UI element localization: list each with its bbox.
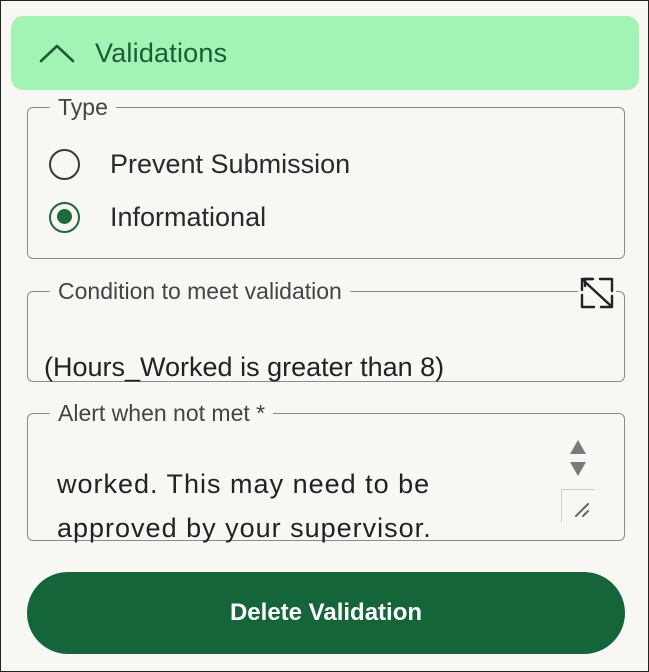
radio-unchecked-icon[interactable] [49,148,80,180]
expand-diagonal-icon [580,277,614,309]
textarea-resize-handle[interactable] [561,489,595,523]
expand-condition-button[interactable] [578,275,616,311]
radio-informational[interactable]: Informational [49,197,266,237]
chevron-up-icon [39,44,75,63]
textarea-scroll-arrows[interactable] [563,435,593,481]
radio-label-prevent-submission: Prevent Submission [110,149,351,179]
delete-validation-button[interactable]: Delete Validation [27,572,625,654]
alert-textarea[interactable]: worked. This may need to be approved by … [57,462,547,550]
accordion-title: Validations [95,38,228,68]
radio-label-informational: Informational [110,202,267,232]
radio-checked-icon[interactable] [49,201,80,233]
condition-value[interactable]: (Hours_Worked is greater than 8) [44,350,444,384]
alert-field[interactable]: Alert when not met * worked. This may ne… [27,400,625,543]
type-legend: Type [58,94,108,120]
resize-handle-icon [575,503,589,517]
condition-field[interactable]: Condition to meet validation (Hours_Work… [27,278,625,382]
alert-legend: Alert when not met * [58,400,266,426]
scroll-down-arrow-icon[interactable] [569,461,587,477]
validations-accordion-header[interactable]: Validations [11,16,639,90]
radio-prevent-submission[interactable]: Prevent Submission [49,144,350,184]
validations-panel: Validations Type Prevent Submission Info… [0,0,649,672]
scroll-up-arrow-icon[interactable] [569,439,587,455]
condition-legend: Condition to meet validation [58,278,342,304]
